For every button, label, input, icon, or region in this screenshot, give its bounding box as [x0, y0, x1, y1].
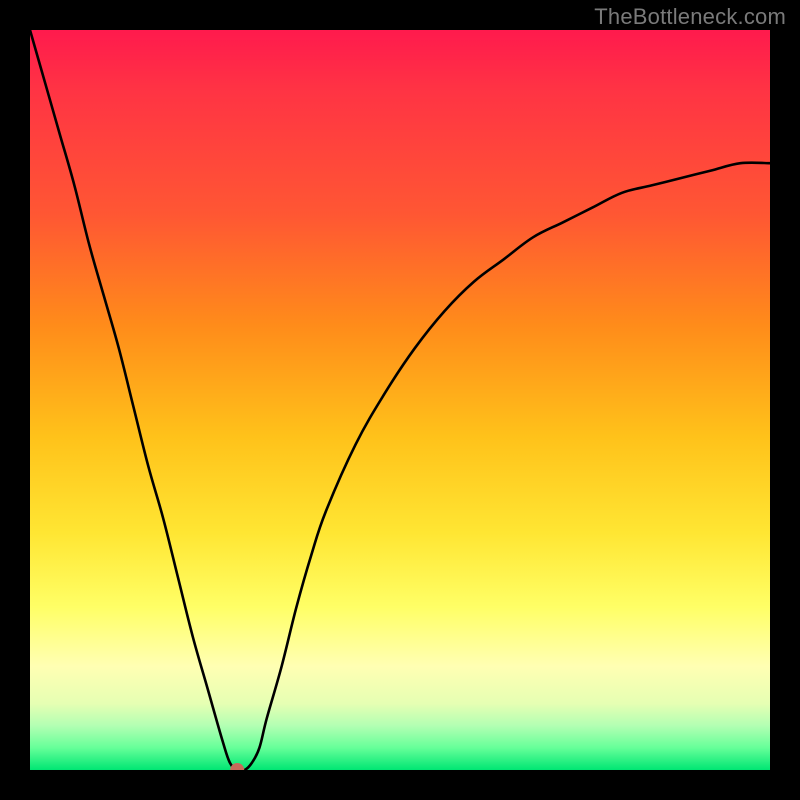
curve-svg	[30, 30, 770, 770]
bottleneck-curve	[30, 30, 770, 770]
watermark-text: TheBottleneck.com	[594, 4, 786, 30]
chart-frame: TheBottleneck.com	[0, 0, 800, 800]
optimal-point-marker	[230, 763, 244, 770]
plot-area	[30, 30, 770, 770]
